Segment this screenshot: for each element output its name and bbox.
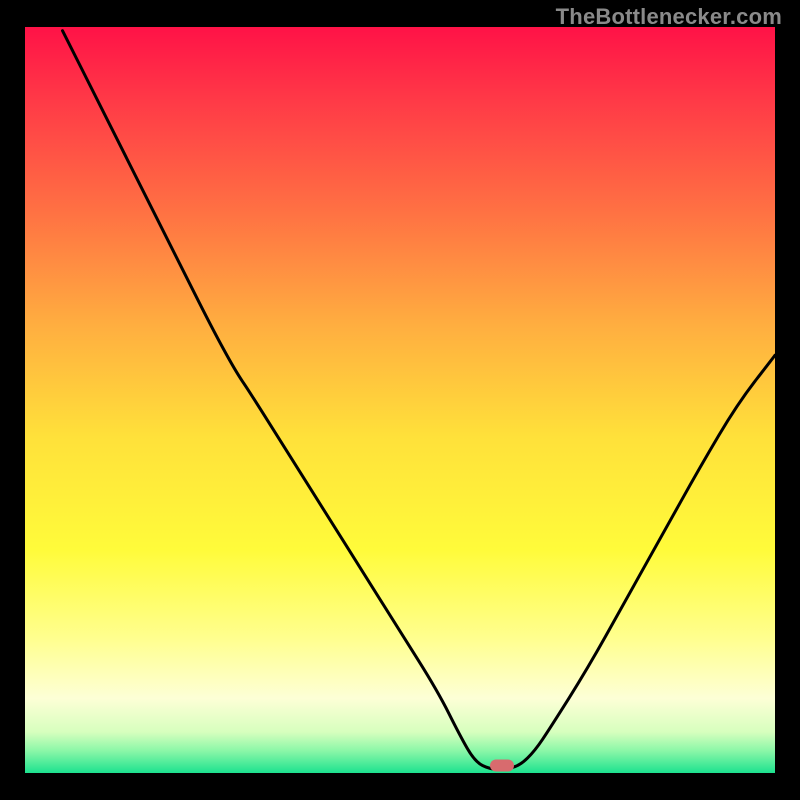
watermark-text: TheBottlenecker.com <box>556 4 782 30</box>
chart-frame: TheBottlenecker.com <box>0 0 800 800</box>
plot-background <box>25 27 775 773</box>
bottleneck-chart <box>0 0 800 800</box>
optimal-marker <box>490 760 514 772</box>
